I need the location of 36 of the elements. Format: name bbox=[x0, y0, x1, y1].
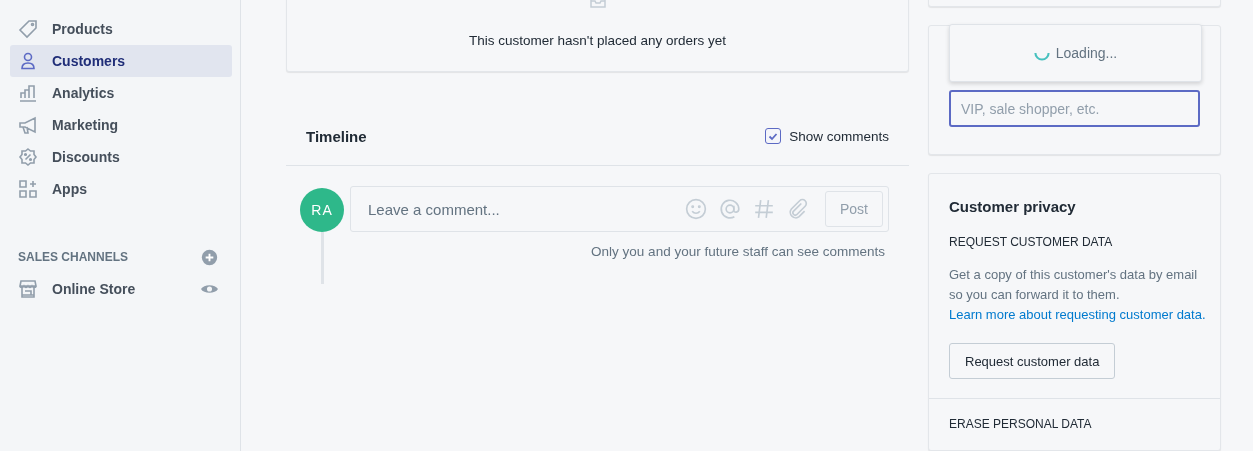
empty-state-text: This customer hasn't placed any orders yet bbox=[469, 33, 726, 48]
description-text: Get a copy of this customer's data by email so you can forward it to them. bbox=[949, 266, 1199, 304]
apps-icon bbox=[18, 179, 38, 199]
megaphone-icon bbox=[18, 115, 38, 135]
section-heading: SALES CHANNELS bbox=[18, 250, 128, 264]
nav-item[interactable]: Marketing bbox=[10, 109, 232, 141]
section-heading: ERASE PERSONAL DATA bbox=[949, 417, 1093, 431]
nav-item[interactable]: Products bbox=[10, 13, 232, 45]
request-data-button[interactable]: Request customer data bbox=[949, 343, 1116, 379]
avatar: RA bbox=[300, 188, 344, 232]
nav-item[interactable]: Apps bbox=[10, 173, 232, 205]
add-icon[interactable] bbox=[201, 248, 218, 266]
bar-chart-icon bbox=[18, 83, 38, 103]
hashtag-icon[interactable] bbox=[753, 198, 775, 220]
emoji-icon[interactable] bbox=[685, 198, 707, 220]
learn-more-link[interactable]: Learn more about requesting customer data. bbox=[949, 305, 1206, 325]
comment-note: Only you and your future staff can see comments bbox=[590, 244, 885, 259]
person-icon bbox=[18, 51, 38, 71]
nav-item[interactable]: Online Store bbox=[10, 273, 144, 305]
nav-item[interactable]: Analytics bbox=[10, 77, 232, 109]
tag-icon bbox=[18, 19, 38, 39]
eye-icon[interactable] bbox=[201, 283, 218, 295]
card-title: Customer privacy bbox=[949, 198, 1077, 215]
loading-text: Loading... bbox=[1055, 45, 1118, 62]
checkbox[interactable] bbox=[765, 128, 782, 144]
tags-input[interactable]: VIP, sale shopper, etc. bbox=[949, 90, 1200, 128]
show-comments-checkbox[interactable]: Show comments bbox=[765, 128, 889, 144]
nav-item[interactable]: Customers bbox=[10, 45, 232, 77]
attachment-icon[interactable] bbox=[787, 198, 809, 220]
mention-icon[interactable] bbox=[719, 198, 741, 220]
nav-item[interactable]: Discounts bbox=[10, 141, 232, 173]
store-icon bbox=[18, 279, 38, 299]
timeline-heading: Timeline bbox=[306, 127, 367, 145]
section-heading: REQUEST CUSTOMER DATA bbox=[949, 235, 1114, 249]
spinner-icon bbox=[1033, 51, 1050, 61]
discount-icon bbox=[18, 147, 38, 167]
